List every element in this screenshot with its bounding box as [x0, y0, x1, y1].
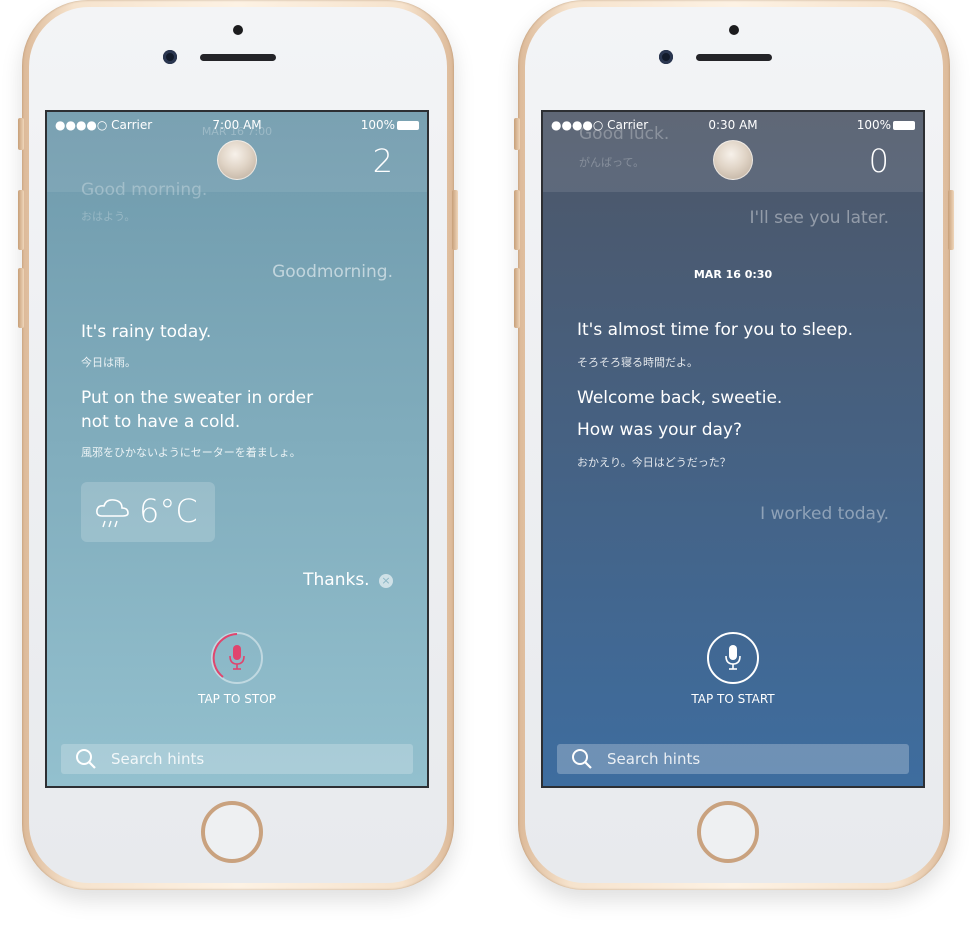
ghost-message: Good luck.: [579, 124, 670, 144]
earpiece-speaker: [200, 54, 276, 61]
front-camera: [163, 50, 177, 64]
avatar[interactable]: [713, 140, 753, 180]
message-sub: 風邪をひかないようにセーターを着ましょ。: [81, 446, 301, 459]
microphone-icon: [725, 645, 741, 670]
avatar[interactable]: [217, 140, 257, 180]
search-input[interactable]: Search hints: [111, 750, 204, 768]
hint-count: 0: [868, 142, 889, 180]
right-phone: ●●●●○ Carrier 0:30 AM 100% Good luck. がん…: [514, 0, 954, 890]
left-phone: ●●●●○ Carrier 7:00 AM 100% MAR 16 7:00 2…: [18, 0, 458, 890]
user-reply: Thanks. ×: [303, 570, 393, 590]
home-button[interactable]: [697, 801, 759, 863]
message-sub: おかえり。今日はどうだった？: [577, 456, 731, 469]
search-icon: [76, 749, 96, 769]
earpiece-speaker: [696, 54, 772, 61]
mic-label: TAP TO START: [691, 692, 775, 706]
power-button: [452, 190, 458, 250]
proximity-sensor: [233, 25, 243, 35]
screen: ●●●●○ Carrier 7:00 AM 100% MAR 16 7:00 2…: [45, 110, 429, 788]
battery-icon: [893, 121, 915, 130]
mic-button[interactable]: [707, 632, 759, 684]
rain-cloud-icon: [96, 499, 129, 528]
front-camera: [659, 50, 673, 64]
ghost-message-sub: おはよう。: [81, 210, 136, 223]
search-bar[interactable]: Search hints: [557, 744, 909, 774]
message-sub: 今日は雨。: [81, 356, 136, 369]
message-text: How was your day?: [577, 420, 742, 440]
volume-down-button: [18, 268, 24, 328]
search-input[interactable]: Search hints: [607, 750, 700, 768]
power-button: [948, 190, 954, 250]
mic-button[interactable]: [211, 632, 263, 684]
mute-switch: [514, 118, 520, 150]
message-text: Put on the sweater in order not to have …: [81, 388, 314, 432]
home-button[interactable]: [201, 801, 263, 863]
weather-temp: 6°C: [139, 492, 198, 530]
volume-down-button: [514, 268, 520, 328]
hint-count: 2: [372, 142, 393, 180]
message-sub: そろそろ寝る時間だよ。: [577, 356, 698, 369]
message-text: Welcome back, sweetie.: [577, 388, 783, 408]
volume-up-button: [18, 190, 24, 250]
message-text: It's almost time for you to sleep.: [577, 320, 854, 340]
microphone-icon: [229, 645, 245, 670]
message-text: It's rainy today.: [81, 322, 212, 342]
ghost-message-sub: がんばって。: [579, 156, 645, 169]
ghost-message: Good morning.: [81, 180, 208, 200]
screen: ●●●●○ Carrier 0:30 AM 100% Good luck. がん…: [541, 110, 925, 788]
date-label: MAR 16 0:30: [693, 268, 773, 281]
mic-label: TAP TO STOP: [198, 692, 276, 706]
weather-card: 6°C: [81, 482, 215, 542]
battery-label: 100%: [857, 118, 915, 132]
user-reply: I worked today.: [760, 504, 889, 524]
user-reply: I'll see you later.: [749, 208, 889, 228]
proximity-sensor: [729, 25, 739, 35]
volume-up-button: [514, 190, 520, 250]
search-icon: [572, 749, 592, 769]
clear-icon[interactable]: ×: [379, 574, 393, 588]
ghost-date: MAR 16 7:00: [201, 125, 273, 138]
search-bar[interactable]: Search hints: [61, 744, 413, 774]
mute-switch: [18, 118, 24, 150]
user-reply: Goodmorning.: [272, 262, 393, 282]
